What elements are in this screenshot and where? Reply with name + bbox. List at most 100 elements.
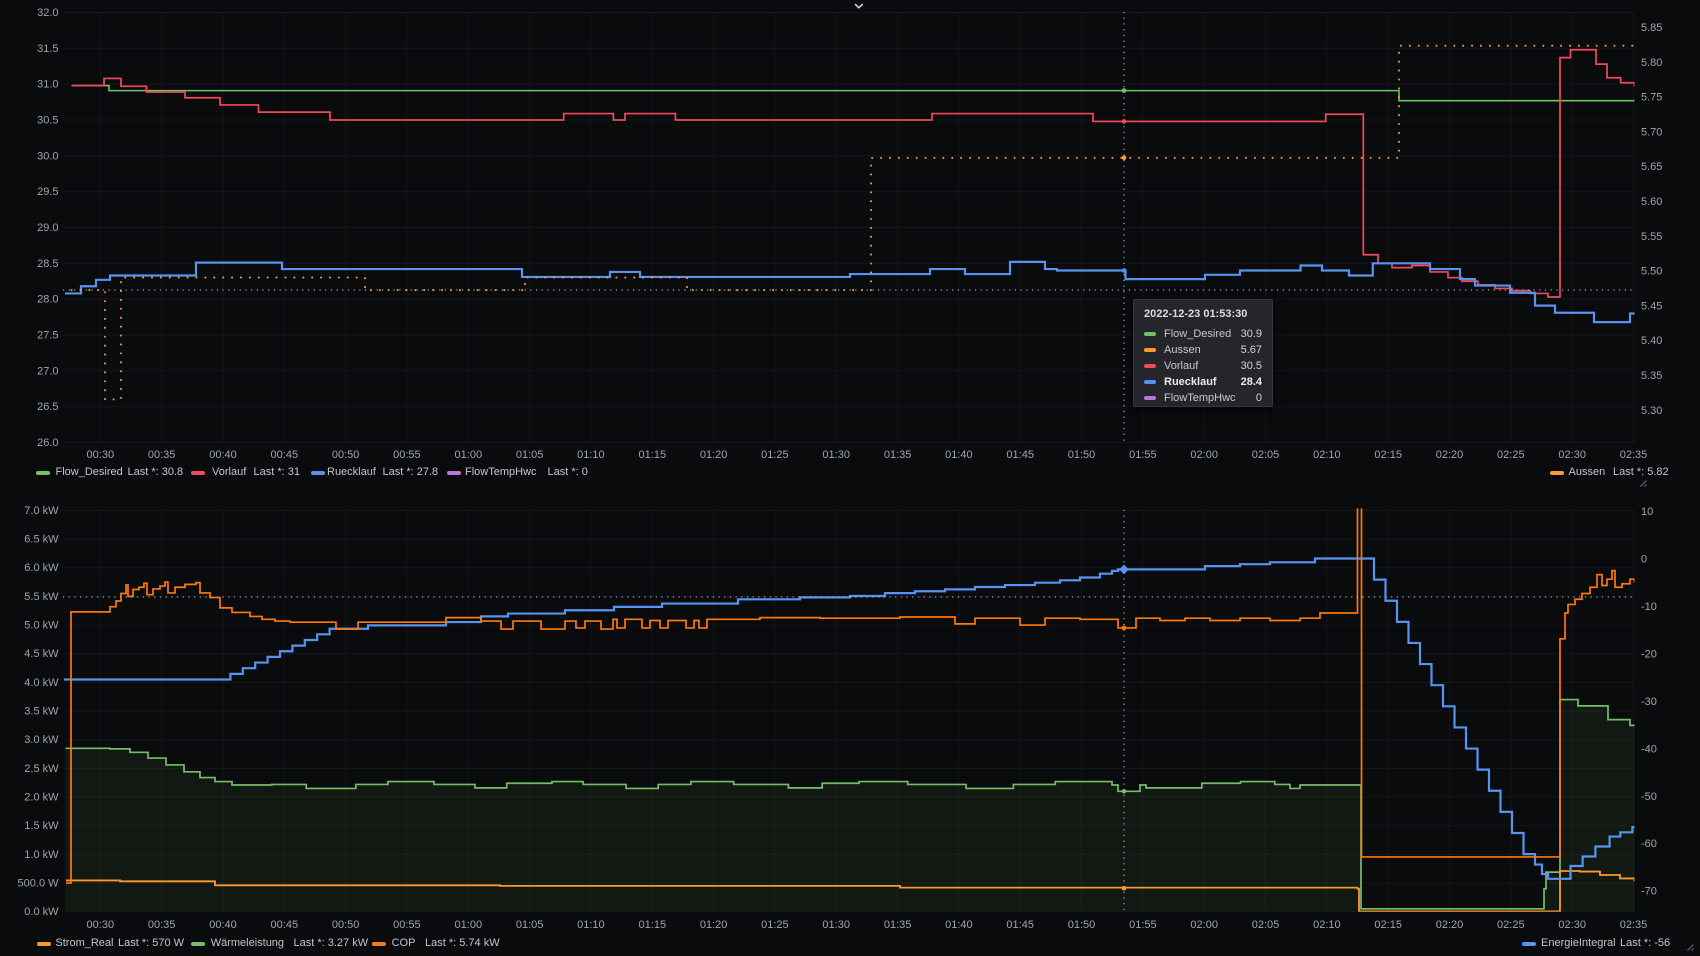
svg-text:-70: -70 [1641, 886, 1657, 898]
svg-text:5.80: 5.80 [1641, 57, 1662, 69]
svg-text:00:35: 00:35 [148, 919, 176, 931]
svg-text:02:35: 02:35 [1620, 919, 1648, 931]
svg-text:01:40: 01:40 [945, 919, 973, 931]
svg-text:01:45: 01:45 [1006, 919, 1034, 931]
svg-text:6.0 kW: 6.0 kW [24, 562, 59, 574]
svg-text:01:20: 01:20 [700, 919, 728, 931]
svg-text:3.0 kW: 3.0 kW [24, 734, 59, 746]
svg-text:5.45: 5.45 [1641, 300, 1662, 312]
svg-text:500.0 W: 500.0 W [18, 878, 60, 890]
svg-text:01:35: 01:35 [884, 449, 912, 461]
svg-text:5.30: 5.30 [1641, 405, 1662, 417]
svg-text:02:15: 02:15 [1374, 449, 1402, 461]
svg-text:01:10: 01:10 [577, 919, 605, 931]
svg-text:-20: -20 [1641, 648, 1657, 660]
svg-text:01:30: 01:30 [822, 919, 850, 931]
svg-text:4.0 kW: 4.0 kW [24, 677, 59, 689]
svg-text:26.0: 26.0 [37, 437, 58, 449]
svg-text:01:25: 01:25 [761, 449, 789, 461]
svg-text:6.5 kW: 6.5 kW [24, 534, 59, 546]
svg-text:32.0: 32.0 [37, 7, 58, 19]
svg-text:01:05: 01:05 [516, 919, 544, 931]
svg-text:00:35: 00:35 [148, 449, 176, 461]
svg-text:5.65: 5.65 [1641, 161, 1662, 173]
svg-text:5.40: 5.40 [1641, 335, 1662, 347]
svg-text:-40: -40 [1641, 743, 1657, 755]
svg-text:1.5 kW: 1.5 kW [24, 820, 59, 832]
svg-text:00:50: 00:50 [332, 919, 360, 931]
svg-text:01:40: 01:40 [945, 449, 973, 461]
svg-text:29.0: 29.0 [37, 222, 58, 234]
svg-text:31.0: 31.0 [37, 79, 58, 91]
svg-text:28.5: 28.5 [37, 258, 58, 270]
svg-text:5.85: 5.85 [1641, 22, 1662, 34]
svg-text:02:20: 02:20 [1436, 449, 1464, 461]
svg-text:01:50: 01:50 [1068, 449, 1096, 461]
svg-text:-50: -50 [1641, 791, 1657, 803]
svg-text:02:30: 02:30 [1558, 449, 1586, 461]
svg-text:01:10: 01:10 [577, 449, 605, 461]
svg-text:02:10: 02:10 [1313, 919, 1341, 931]
svg-text:01:00: 01:00 [455, 449, 483, 461]
svg-text:00:45: 00:45 [271, 919, 299, 931]
svg-text:02:05: 02:05 [1252, 919, 1280, 931]
svg-text:02:20: 02:20 [1436, 919, 1464, 931]
svg-text:3.5 kW: 3.5 kW [24, 706, 59, 718]
svg-text:0.0 kW: 0.0 kW [24, 906, 59, 918]
svg-text:00:40: 00:40 [209, 919, 237, 931]
svg-text:02:25: 02:25 [1497, 449, 1525, 461]
svg-text:00:40: 00:40 [209, 449, 237, 461]
svg-text:30.0: 30.0 [37, 150, 58, 162]
svg-text:01:15: 01:15 [639, 919, 667, 931]
svg-text:00:30: 00:30 [87, 919, 115, 931]
svg-text:02:10: 02:10 [1313, 449, 1341, 461]
svg-text:27.5: 27.5 [37, 330, 58, 342]
svg-text:01:30: 01:30 [822, 449, 850, 461]
svg-text:02:00: 02:00 [1190, 919, 1218, 931]
svg-text:02:25: 02:25 [1497, 919, 1525, 931]
svg-text:01:00: 01:00 [455, 919, 483, 931]
svg-text:28.0: 28.0 [37, 294, 58, 306]
svg-text:02:15: 02:15 [1374, 919, 1402, 931]
svg-text:5.70: 5.70 [1641, 126, 1662, 138]
svg-text:0: 0 [1641, 554, 1647, 566]
svg-text:1.0 kW: 1.0 kW [24, 849, 59, 861]
svg-text:31.5: 31.5 [37, 43, 58, 55]
svg-text:5.60: 5.60 [1641, 196, 1662, 208]
svg-text:-60: -60 [1641, 838, 1657, 850]
svg-text:00:45: 00:45 [271, 449, 299, 461]
svg-text:26.5: 26.5 [37, 401, 58, 413]
svg-text:02:00: 02:00 [1190, 449, 1218, 461]
svg-text:5.5 kW: 5.5 kW [24, 591, 59, 603]
svg-text:27.0: 27.0 [37, 365, 58, 377]
svg-text:30.5: 30.5 [37, 115, 58, 127]
svg-text:5.35: 5.35 [1641, 370, 1662, 382]
svg-text:5.75: 5.75 [1641, 92, 1662, 104]
svg-text:01:55: 01:55 [1129, 449, 1157, 461]
svg-text:01:05: 01:05 [516, 449, 544, 461]
svg-text:02:35: 02:35 [1620, 449, 1648, 461]
svg-text:7.0 kW: 7.0 kW [24, 505, 59, 517]
svg-text:01:25: 01:25 [761, 919, 789, 931]
svg-text:5.55: 5.55 [1641, 231, 1662, 243]
svg-text:00:30: 00:30 [87, 449, 115, 461]
svg-text:02:30: 02:30 [1558, 919, 1586, 931]
svg-text:-10: -10 [1641, 601, 1657, 613]
svg-text:00:50: 00:50 [332, 449, 360, 461]
svg-text:29.5: 29.5 [37, 186, 58, 198]
svg-text:01:20: 01:20 [700, 449, 728, 461]
svg-text:10: 10 [1641, 506, 1653, 518]
svg-text:2.5 kW: 2.5 kW [24, 763, 59, 775]
svg-text:5.50: 5.50 [1641, 266, 1662, 278]
svg-text:02:05: 02:05 [1252, 449, 1280, 461]
svg-text:01:50: 01:50 [1068, 919, 1096, 931]
svg-text:-30: -30 [1641, 696, 1657, 708]
svg-text:01:35: 01:35 [884, 919, 912, 931]
svg-text:01:15: 01:15 [639, 449, 667, 461]
svg-text:5.0 kW: 5.0 kW [24, 620, 59, 632]
svg-text:01:45: 01:45 [1006, 449, 1034, 461]
svg-text:00:55: 00:55 [393, 919, 421, 931]
svg-text:00:55: 00:55 [393, 449, 421, 461]
svg-text:4.5 kW: 4.5 kW [24, 648, 59, 660]
svg-text:2.0 kW: 2.0 kW [24, 792, 59, 804]
